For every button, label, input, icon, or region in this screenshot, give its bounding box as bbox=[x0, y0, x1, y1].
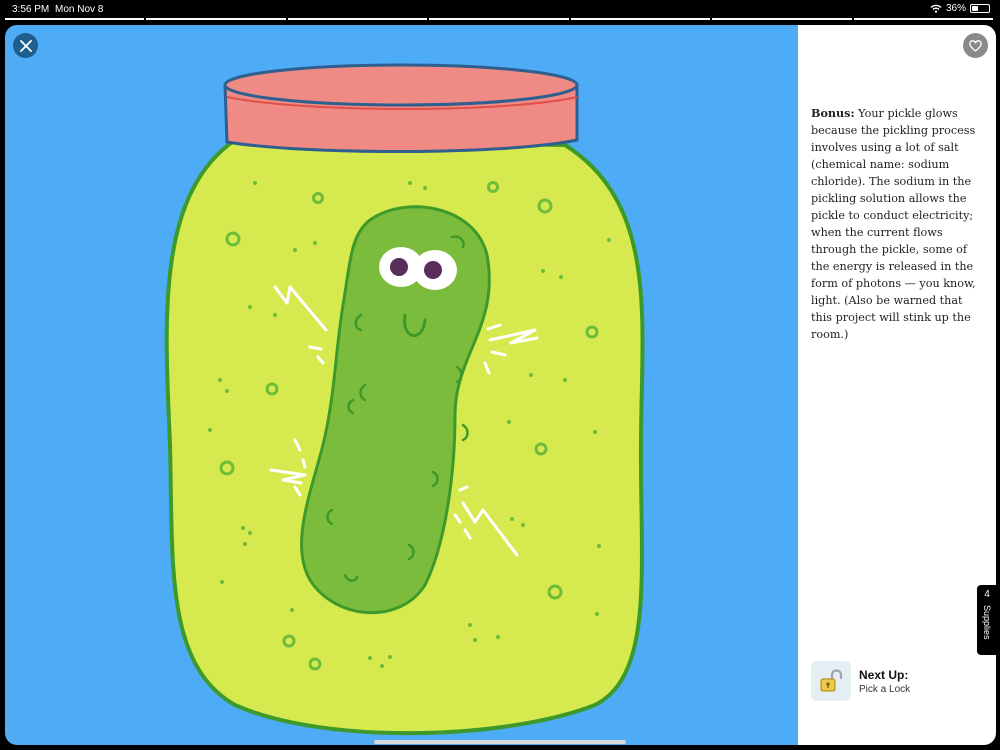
status-bar: 3:56 PM Mon Nov 8 36% bbox=[0, 0, 1000, 20]
tab-segment bbox=[853, 18, 993, 21]
next-up-thumbnail bbox=[811, 661, 851, 701]
next-up-title: Next Up: bbox=[859, 667, 909, 682]
supplies-label: Supplies bbox=[982, 605, 992, 640]
tab-segment bbox=[712, 18, 852, 21]
padlock-icon bbox=[820, 669, 843, 692]
bonus-text: Your pickle glows because the pickling p… bbox=[811, 107, 976, 341]
close-icon bbox=[19, 39, 32, 52]
tab-segment bbox=[429, 18, 569, 21]
close-button[interactable] bbox=[13, 33, 38, 58]
wifi-icon bbox=[930, 4, 942, 13]
status-time: 3:56 PM bbox=[12, 4, 50, 15]
tab-segment bbox=[570, 18, 711, 21]
jar-lid-rim bbox=[223, 63, 579, 107]
window-tabs-strip bbox=[5, 18, 995, 21]
next-up-text: Next Up: Pick a Lock bbox=[859, 668, 910, 695]
status-right: 36% bbox=[930, 3, 990, 14]
tab-segment bbox=[5, 18, 145, 21]
next-up-subtitle: Pick a Lock bbox=[859, 683, 911, 695]
battery-percent: 36% bbox=[945, 3, 966, 14]
tab-segment bbox=[287, 18, 428, 21]
bonus-paragraph: Bonus: Your pickle glows because the pic… bbox=[811, 105, 981, 343]
battery-icon bbox=[970, 4, 990, 13]
supplies-tab[interactable]: 4 Supplies bbox=[977, 585, 997, 655]
home-indicator[interactable] bbox=[374, 740, 626, 744]
glowing-pickle-illustration bbox=[164, 63, 645, 736]
next-up-link[interactable]: Next Up: Pick a Lock bbox=[811, 661, 910, 701]
status-date: Mon Nov 8 bbox=[55, 4, 104, 15]
supplies-count: 4 bbox=[984, 589, 990, 600]
favorite-button[interactable] bbox=[963, 33, 988, 58]
heart-icon bbox=[969, 39, 982, 52]
illustration-stage bbox=[5, 25, 800, 745]
tab-segment bbox=[146, 18, 286, 21]
battery-level bbox=[972, 6, 978, 11]
bonus-heading: Bonus: bbox=[811, 106, 855, 120]
info-panel: Bonus: Your pickle glows because the pic… bbox=[798, 25, 996, 745]
